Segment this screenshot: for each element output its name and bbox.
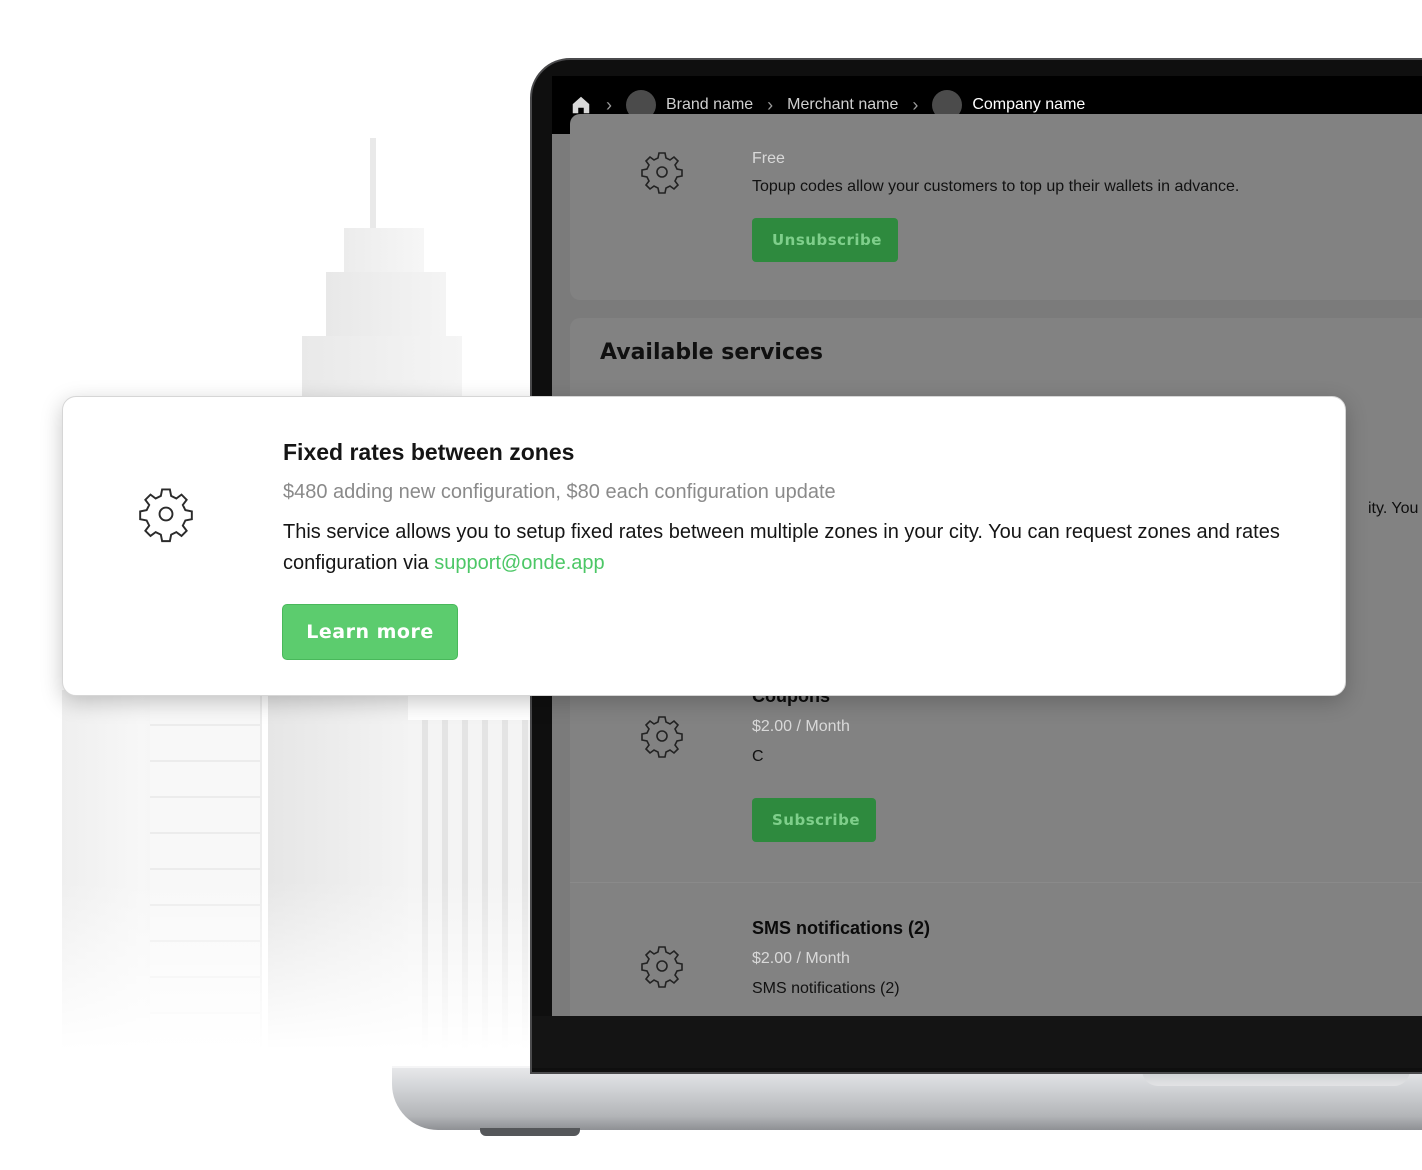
breadcrumb-merchant[interactable]: Merchant name — [787, 96, 898, 114]
gear-icon — [641, 946, 683, 988]
gear-icon — [641, 152, 683, 194]
breadcrumb-brand-label: Brand name — [666, 96, 754, 113]
subscribe-button[interactable]: Subscribe — [752, 798, 876, 842]
service-description: SMS notifications (2) — [752, 980, 900, 997]
home-icon — [572, 96, 590, 114]
service-popup-card: Fixed rates between zones $480 adding ne… — [62, 396, 1346, 696]
gear-icon — [641, 716, 683, 758]
chevron-right-icon: › — [912, 94, 919, 115]
support-email-link[interactable]: support@onde.app — [434, 552, 604, 574]
service-price: $2.00 / Month — [752, 950, 850, 967]
laptop-bezel — [532, 1016, 1422, 1068]
service-description: C — [752, 748, 764, 765]
breadcrumb-company-label: Company name — [972, 96, 1086, 113]
divider — [570, 882, 1422, 883]
service-price: $480 adding new configuration, $80 each … — [283, 481, 836, 503]
service-title: Fixed rates between zones — [283, 439, 575, 465]
service-description: This service allows you to setup fixed r… — [283, 517, 1323, 579]
service-title: SMS notifications (2) — [752, 918, 931, 938]
chevron-right-icon: › — [767, 94, 774, 115]
service-description-text: This service allows you to setup fixed r… — [283, 521, 1280, 574]
learn-more-button[interactable]: Learn more — [282, 604, 458, 660]
section-title: Available services — [600, 340, 824, 365]
chevron-right-icon: › — [606, 94, 612, 115]
service-price: $2.00 / Month — [752, 718, 850, 735]
service-price: Free — [752, 150, 785, 167]
subscribed-service-card: Free Topup codes allow your customers to… — [570, 114, 1422, 300]
unsubscribe-button[interactable]: Unsubscribe — [752, 218, 898, 262]
breadcrumb-merchant-label: Merchant name — [787, 96, 899, 113]
laptop-foot — [480, 1128, 580, 1136]
breadcrumb-home[interactable] — [570, 94, 592, 116]
gear-icon — [139, 488, 193, 543]
service-description: Topup codes allow your customers to top … — [752, 178, 1240, 195]
partial-description: ity. You ca — [1368, 500, 1422, 517]
